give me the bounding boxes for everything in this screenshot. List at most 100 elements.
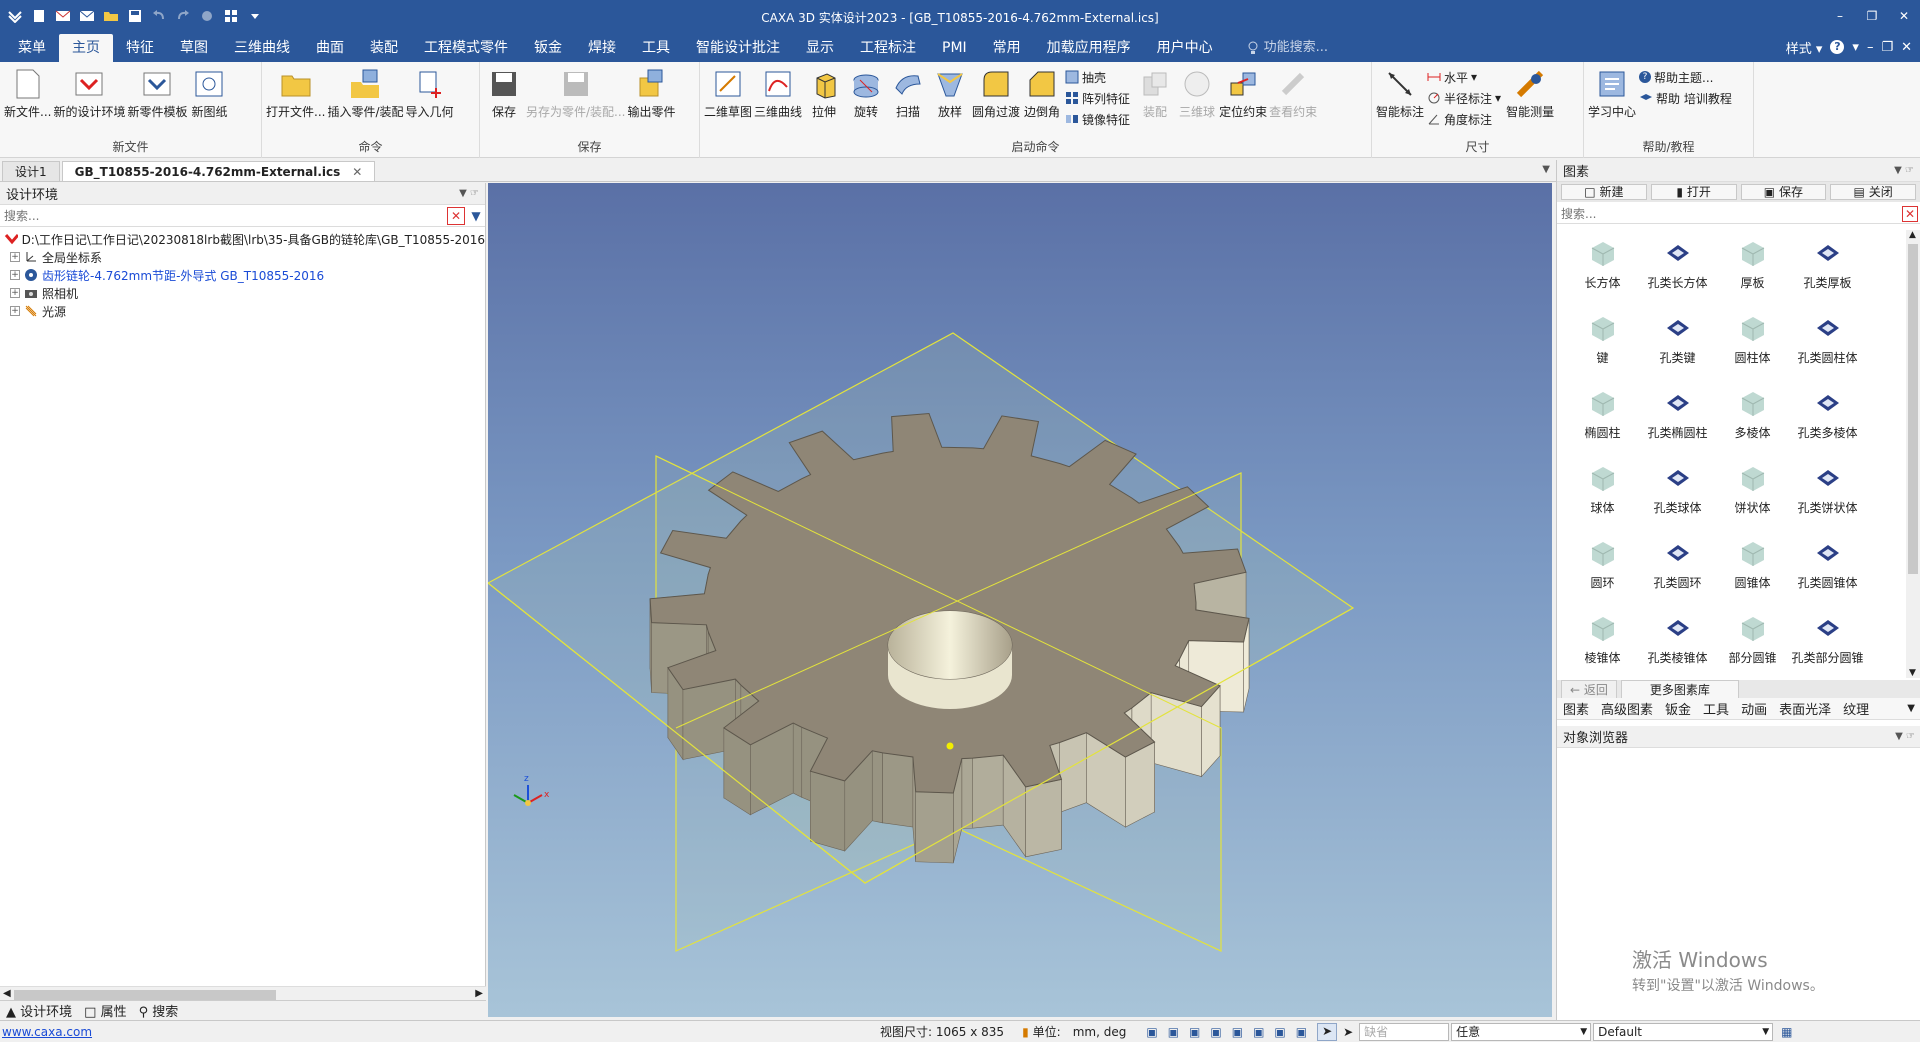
- display-mode-icon[interactable]: ▣: [1210, 1025, 1221, 1039]
- pattern-button[interactable]: 阵列特征: [1065, 89, 1130, 107]
- tab-home[interactable]: 主页: [59, 34, 113, 62]
- tab-search[interactable]: ⚲ 搜索: [139, 1001, 179, 1020]
- stop-icon[interactable]: [196, 5, 218, 27]
- tab-advanced-elements[interactable]: 高级图素: [1601, 699, 1653, 718]
- minimize-button[interactable]: –: [1824, 0, 1856, 32]
- training-tutorial-button[interactable]: 帮助 培训教程: [1639, 89, 1732, 107]
- element-sphere[interactable]: 球体: [1565, 461, 1640, 536]
- expand-icon[interactable]: +: [10, 306, 20, 316]
- element-cylinder[interactable]: 圆柱体: [1715, 311, 1790, 386]
- element-prism[interactable]: 多棱体: [1715, 386, 1790, 461]
- restore-button[interactable]: ❐: [1856, 0, 1888, 32]
- app-logo-icon[interactable]: [4, 5, 26, 27]
- radius-dim-button[interactable]: 半径标注 ▾: [1427, 89, 1501, 107]
- render-icon[interactable]: ▣: [1232, 1025, 1243, 1039]
- feature-search[interactable]: 功能搜索...: [1248, 34, 1328, 62]
- zoom-window-icon[interactable]: ▣: [1168, 1025, 1179, 1039]
- element-partial-cone[interactable]: 部分圆锥: [1715, 611, 1790, 686]
- tree-search-input[interactable]: [0, 205, 447, 226]
- element-hole-partial-cone[interactable]: 孔类部分圆锥: [1790, 611, 1865, 686]
- element-hole-elliptic-cylinder[interactable]: 孔类椭圆柱: [1640, 386, 1715, 461]
- doc-minimize-button[interactable]: –: [1867, 40, 1874, 55]
- pick-cursor-icon[interactable]: ➤: [1343, 1025, 1353, 1039]
- anchor-point[interactable]: [946, 742, 954, 750]
- tab-design-env[interactable]: ▲ 设计环境: [6, 1001, 72, 1020]
- tab-pmi[interactable]: PMI: [929, 34, 980, 62]
- undo-icon[interactable]: [148, 5, 170, 27]
- help-icon[interactable]: ?: [1830, 40, 1845, 54]
- horizontal-dim-button[interactable]: 水平 ▾: [1427, 68, 1501, 86]
- element-pie[interactable]: 饼状体: [1715, 461, 1790, 536]
- scroll-right-icon[interactable]: ▶: [475, 988, 483, 999]
- element-hole-cone[interactable]: 孔类圆锥体: [1790, 536, 1865, 611]
- more-libraries-button[interactable]: 更多图素库: [1620, 679, 1739, 699]
- tab-features[interactable]: 特征: [113, 34, 167, 62]
- scroll-down-icon[interactable]: ▼: [1909, 668, 1916, 678]
- tab-welding[interactable]: 焊接: [575, 34, 629, 62]
- element-hole-cuboid[interactable]: 孔类长方体: [1640, 236, 1715, 311]
- element-hole-key[interactable]: 孔类键: [1640, 311, 1715, 386]
- scroll-thumb[interactable]: [14, 990, 276, 1000]
- tab-3d-curve[interactable]: 三维曲线: [221, 34, 303, 62]
- save-icon[interactable]: [124, 5, 146, 27]
- element-hole-pie[interactable]: 孔类饼状体: [1790, 461, 1865, 536]
- clear-search-icon[interactable]: ✕: [1902, 205, 1918, 222]
- doc-close-button[interactable]: ✕: [1901, 40, 1912, 55]
- tab-display[interactable]: 显示: [793, 34, 847, 62]
- status-settings-icon[interactable]: ▦: [1781, 1025, 1792, 1039]
- catalog-save-button[interactable]: ▣ 保存: [1740, 184, 1827, 200]
- catalog-open-button[interactable]: ▮ 打开: [1650, 184, 1737, 200]
- zoom-icon[interactable]: ▣: [1146, 1025, 1157, 1039]
- panel-pin-icon[interactable]: ▼ ☞: [1895, 731, 1915, 742]
- camera-view-icon[interactable]: ▣: [1296, 1025, 1307, 1039]
- customize-qat-icon[interactable]: [244, 5, 266, 27]
- filter-icon[interactable]: ▼: [467, 209, 485, 223]
- element-hole-thick-plate[interactable]: 孔类厚板: [1790, 236, 1865, 311]
- catalog-close-button[interactable]: ▤ 关闭: [1830, 184, 1916, 200]
- shell-button[interactable]: 抽壳: [1065, 68, 1130, 86]
- filter-field-3[interactable]: Default ▼: [1593, 1022, 1774, 1041]
- filter-field-2[interactable]: 任意 ▼: [1451, 1022, 1592, 1041]
- element-hole-pyramid[interactable]: 孔类棱锥体: [1640, 611, 1715, 686]
- element-cuboid[interactable]: 长方体: [1565, 236, 1640, 311]
- tab-sheet-metal[interactable]: 钣金: [521, 34, 575, 62]
- element-torus[interactable]: 圆环: [1565, 536, 1640, 611]
- tab-sketch[interactable]: 草图: [167, 34, 221, 62]
- catalog-new-button[interactable]: □ 新建: [1561, 184, 1647, 200]
- tab-user-center[interactable]: 用户中心: [1144, 34, 1226, 62]
- element-hole-prism[interactable]: 孔类多棱体: [1790, 386, 1865, 461]
- tab-texture[interactable]: 纹理: [1843, 699, 1869, 718]
- unit-value[interactable]: mm, deg: [1073, 1025, 1127, 1039]
- viewport-canvas[interactable]: z x: [488, 183, 1552, 1017]
- tab-animation[interactable]: 动画: [1741, 699, 1767, 718]
- tab-tools[interactable]: 工具: [629, 34, 683, 62]
- tab-smart-annotation[interactable]: 智能设计批注: [683, 34, 793, 62]
- panel-pin-icon[interactable]: ▼ ☞: [459, 188, 479, 199]
- grid-icon[interactable]: [220, 5, 242, 27]
- doc-tab-design1[interactable]: 设计1: [2, 161, 60, 181]
- select-cursor-icon[interactable]: ➤: [1317, 1022, 1338, 1041]
- expand-icon[interactable]: +: [10, 288, 20, 298]
- new-file-icon[interactable]: [28, 5, 50, 27]
- panel-pin-icon[interactable]: ▼ ☞: [1894, 165, 1914, 176]
- clear-search-icon[interactable]: ✕: [447, 206, 465, 225]
- tab-elements[interactable]: 图素: [1563, 699, 1589, 718]
- elements-search-input[interactable]: [1557, 204, 1902, 223]
- scroll-up-icon[interactable]: ▲: [1909, 230, 1916, 240]
- filter-field-1[interactable]: 缺省: [1359, 1022, 1450, 1041]
- open-folder-icon[interactable]: [100, 5, 122, 27]
- tab-tools[interactable]: 工具: [1703, 699, 1729, 718]
- redo-icon[interactable]: [172, 5, 194, 27]
- mail-template-icon[interactable]: [76, 5, 98, 27]
- element-grid-scrollbar[interactable]: ▲ ▼: [1906, 230, 1920, 678]
- tree-node-global-coord[interactable]: + 全局坐标系: [4, 248, 485, 266]
- view-orient-icon[interactable]: ▣: [1189, 1025, 1200, 1039]
- light-icon[interactable]: ▣: [1274, 1025, 1285, 1039]
- tab-assembly[interactable]: 装配: [357, 34, 411, 62]
- doc-tab-active[interactable]: GB_T10855-2016-4.762mm-External.ics ✕: [61, 161, 376, 181]
- tab-engineering-part[interactable]: 工程模式零件: [411, 34, 521, 62]
- element-key[interactable]: 键: [1565, 311, 1640, 386]
- tab-surface[interactable]: 曲面: [303, 34, 357, 62]
- tab-list-icon[interactable]: ▼: [1542, 164, 1550, 175]
- back-button[interactable]: ← 返回: [1561, 679, 1617, 699]
